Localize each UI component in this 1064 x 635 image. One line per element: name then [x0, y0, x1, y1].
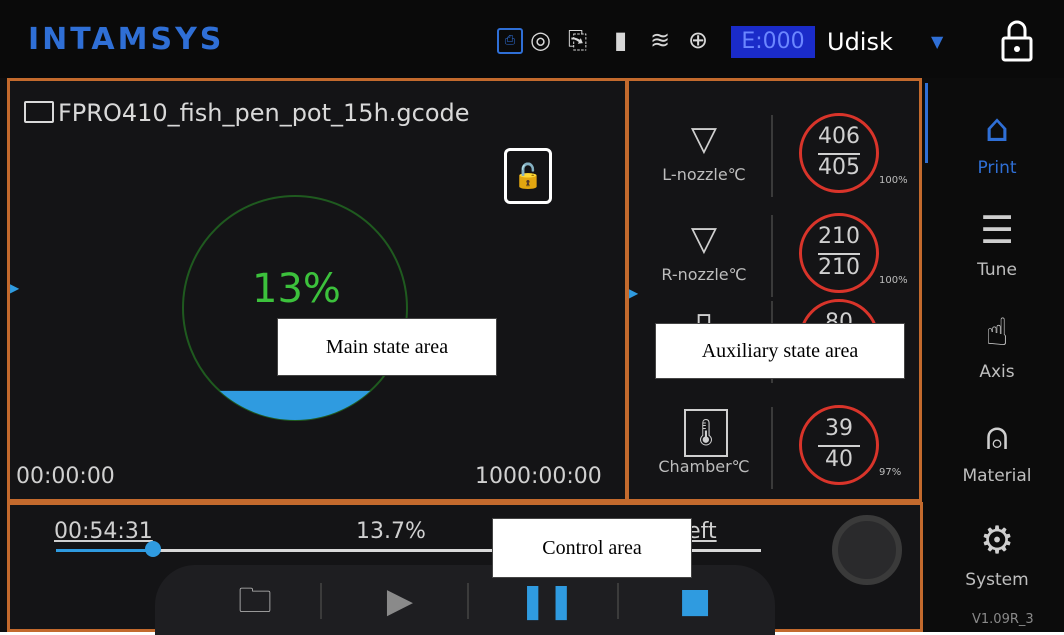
hand-icon: ☝ — [985, 310, 1009, 354]
temp-target: 210 — [818, 255, 860, 280]
total-time: 1000:00:00 — [475, 464, 602, 489]
main-state-area: FPRO410_fish_pen_pot_15h.gcode 🔓 13% 00:… — [7, 78, 628, 502]
print-percent: 13.7% — [356, 519, 426, 544]
callout-auxiliary-state: Auxiliary state area — [655, 323, 905, 379]
nav-label: Material — [962, 466, 1032, 486]
callout-control: Control area — [492, 518, 692, 578]
usb-icon: ⎙ — [497, 28, 523, 54]
divider — [320, 583, 322, 619]
play-icon[interactable]: ▶ — [360, 577, 440, 625]
network-icon: ⎘ — [568, 26, 588, 54]
temp-label: L-nozzle℃ — [662, 165, 746, 184]
nav-label: Axis — [979, 362, 1015, 382]
divider — [771, 115, 773, 197]
progress-thumb[interactable] — [144, 541, 161, 557]
printer-screen: INTAMSYS ⎙ ◎ ⎘ ▮ ≋ ⊕ E:000 Udisk ▼ FPRO4… — [0, 0, 1064, 635]
globe-icon: ⊕ — [688, 26, 709, 54]
file-name-text: FPRO410_fish_pen_pot_15h.gcode — [58, 99, 470, 127]
gear-icon: ⚙ — [979, 518, 1015, 562]
temp-label: R-nozzle℃ — [661, 265, 747, 284]
nav-label: Tune — [977, 260, 1017, 280]
elapsed-time: 00:00:00 — [16, 464, 115, 489]
firmware-version: V1.09R_3 — [972, 612, 1034, 627]
divider — [467, 583, 469, 619]
temp-percent: 97% — [879, 467, 902, 478]
lock-icon[interactable] — [1000, 18, 1034, 62]
progress-percent: 13% — [252, 266, 341, 312]
flash-drive-icon: ▮ — [614, 26, 628, 54]
temp-actual: 39 — [825, 416, 853, 441]
filament-icon: ⍝ — [985, 414, 1009, 458]
nav-print[interactable]: ⌂ Print — [942, 100, 1052, 190]
top-status-bar: INTAMSYS ⎙ ◎ ⎘ ▮ ≋ ⊕ E:000 Udisk ▼ — [0, 0, 1064, 78]
temp-row-l-nozzle[interactable]: ▽ L-nozzle℃ 406 405 100% — [629, 107, 919, 203]
temp-percent: 100% — [879, 175, 908, 186]
control-area: 00:54:31 13.7% 7 left 🗀 ▶ ❚❚ ■ — [7, 502, 923, 635]
temp-row-r-nozzle[interactable]: ▽ R-nozzle℃ 210 210 100% — [629, 207, 919, 303]
temp-percent: 100% — [879, 275, 908, 286]
left-arrow-icon[interactable]: ▶ — [10, 281, 19, 295]
progress-track-fill — [56, 549, 153, 552]
nozzle-icon: ▽ — [690, 219, 718, 259]
nav-tune[interactable]: ☰ Tune — [942, 202, 1052, 292]
nav-label: System — [965, 570, 1029, 590]
temp-label: Chamber℃ — [658, 457, 750, 476]
sliders-icon: ☰ — [979, 208, 1015, 252]
chamber-thermometer-icon: 🌡 — [684, 409, 728, 457]
brand-logo: INTAMSYS — [28, 22, 225, 57]
temp-actual: 210 — [818, 224, 860, 249]
nozzle-icon: ▽ — [690, 119, 718, 159]
temp-gauge: 210 210 — [799, 213, 879, 293]
unlock-icon[interactable]: 🔓 — [504, 148, 552, 204]
right-navigation: ⌂ Print ☰ Tune ☝ Axis ⍝ Material ⚙ Syste… — [922, 78, 1064, 632]
print-time: 00:54:31 — [54, 519, 153, 544]
progress-fill — [219, 390, 371, 420]
nav-axis[interactable]: ☝ Axis — [942, 304, 1052, 394]
folder-open-icon[interactable]: 🗀 — [215, 577, 295, 625]
pause-icon[interactable]: ❚❚ — [507, 577, 587, 625]
storage-select-value: Udisk — [827, 28, 893, 56]
error-code-badge: E:000 — [731, 26, 815, 58]
temp-row-chamber[interactable]: 🌡 Chamber℃ 39 40 97% — [629, 399, 919, 495]
file-name: FPRO410_fish_pen_pot_15h.gcode — [24, 99, 470, 127]
chevron-down-icon: ▼ — [931, 32, 944, 51]
temp-gauge: 406 405 — [799, 113, 879, 193]
divider — [771, 215, 773, 297]
temp-actual: 406 — [818, 124, 860, 149]
camera-icon: ◎ — [530, 26, 551, 54]
divider — [771, 407, 773, 489]
wifi-icon: ≋ — [650, 26, 671, 54]
stop-icon[interactable]: ■ — [655, 577, 735, 625]
auxiliary-state-area: ▶ ▽ L-nozzle℃ 406 405 100% ▽ R-nozzle℃ 2… — [626, 78, 922, 502]
divider — [617, 583, 619, 619]
settings-gear-icon[interactable] — [832, 515, 902, 585]
nav-label: Print — [977, 158, 1017, 178]
folder-icon — [24, 101, 54, 123]
home-icon: ⌂ — [984, 106, 1010, 150]
nav-material[interactable]: ⍝ Material — [942, 408, 1052, 498]
temp-target: 405 — [818, 155, 860, 180]
callout-main-state: Main state area — [277, 318, 497, 376]
active-tab-indicator — [925, 83, 928, 163]
temp-gauge: 39 40 — [799, 405, 879, 485]
storage-select[interactable]: Udisk ▼ — [819, 24, 959, 60]
temp-target: 40 — [825, 447, 853, 472]
nav-system[interactable]: ⚙ System — [942, 512, 1052, 602]
